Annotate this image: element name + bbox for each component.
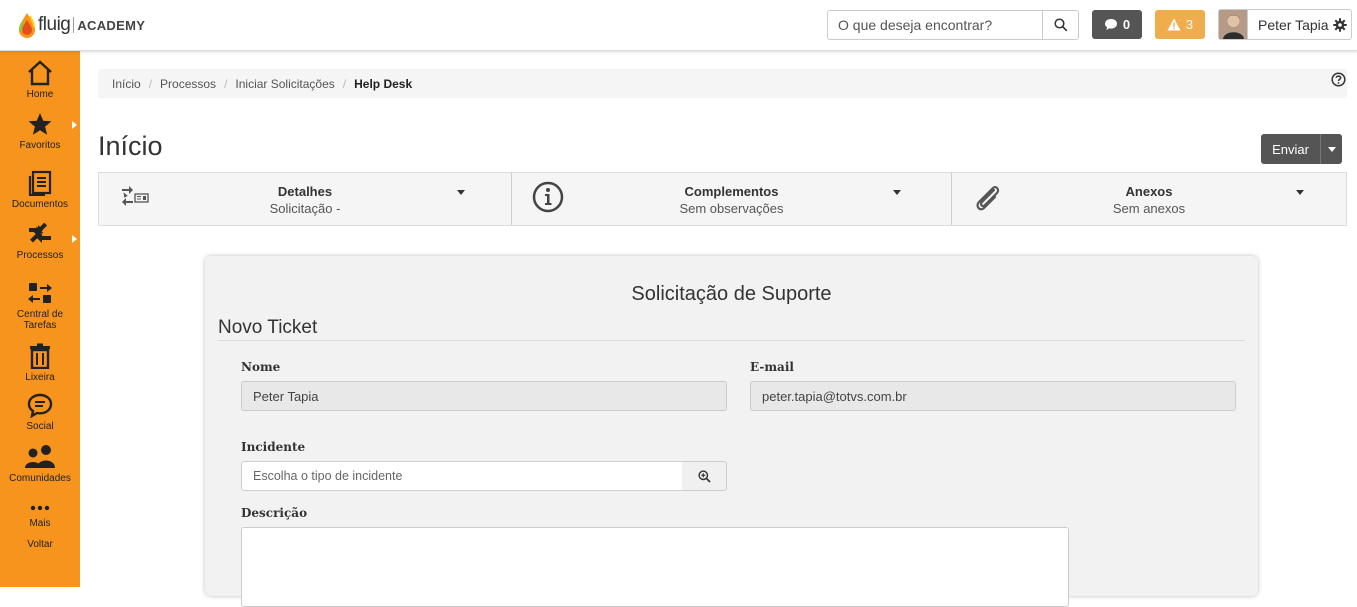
avatar <box>1219 10 1248 39</box>
communities-icon <box>25 445 55 468</box>
support-form: Solicitação de Suporte Novo Ticket Nome … <box>205 256 1258 607</box>
alerts-button[interactable]: 3 <box>1155 10 1205 39</box>
expand-arrow-icon <box>72 121 77 129</box>
documents-icon <box>28 170 52 196</box>
messages-count: 0 <box>1122 17 1131 32</box>
tab-detalhes[interactable]: Detalhes Solicitação - <box>99 173 512 225</box>
incident-search-button[interactable] <box>682 461 727 491</box>
tab-anexos[interactable]: Anexos Sem anexos <box>952 173 1346 225</box>
trash-icon <box>30 343 50 369</box>
incident-input[interactable]: Escolha o tipo de incidente <box>241 461 683 491</box>
breadcrumb-link-inicio[interactable]: Início <box>112 77 141 91</box>
breadcrumb-separator: / <box>342 76 347 91</box>
send-options-button[interactable] <box>1320 134 1342 164</box>
star-icon <box>28 113 52 135</box>
sidebar-item-label: Social <box>26 421 54 432</box>
fluig-logo[interactable]: fluig ACADEMY <box>18 11 145 39</box>
sidebar-item-documentos[interactable]: Documentos <box>0 170 80 210</box>
messages-button[interactable]: 0 <box>1092 10 1142 39</box>
help-icon[interactable] <box>1331 72 1346 90</box>
chat-bubble-icon <box>1104 19 1117 30</box>
breadcrumb-separator: / <box>224 76 228 91</box>
breadcrumb-link-processos[interactable]: Processos <box>160 77 216 91</box>
sidebar-item-home[interactable]: Home <box>0 60 80 100</box>
incident-label: Incidente <box>241 440 306 454</box>
sidebar-item-favoritos[interactable]: Favoritos <box>0 112 80 151</box>
send-button-group: Enviar <box>1261 134 1342 164</box>
sidebar-item-comunidades[interactable]: Comunidades <box>0 444 80 484</box>
sidebar-item-lixeira[interactable]: Lixeira <box>0 343 80 383</box>
user-menu[interactable]: Peter Tapia <box>1218 9 1352 40</box>
email-label: E-mail <box>750 360 794 374</box>
breadcrumb-link-iniciar-solicitacoes[interactable]: Iniciar Solicitações <box>235 77 334 91</box>
caret-down-icon <box>457 190 465 195</box>
tab-subtitle: Sem anexos <box>1112 201 1186 216</box>
gear-icon <box>1332 17 1347 32</box>
zoom-in-icon <box>697 469 711 483</box>
tab-subtitle: Solicitação - <box>269 201 341 216</box>
sidebar-item-label: Home <box>26 89 54 100</box>
name-label: Nome <box>241 360 281 374</box>
form-subtitle: Novo Ticket <box>218 317 318 338</box>
logo-separator <box>73 17 75 33</box>
sidebar-item-label: Processos <box>16 250 64 261</box>
search-button[interactable] <box>1043 10 1079 40</box>
sidebar-item-label: Lixeira <box>25 372 55 383</box>
description-label: Descrição <box>241 506 308 520</box>
page-title: Início <box>98 131 163 161</box>
global-search <box>827 10 1079 40</box>
form-title: Solicitação de Suporte <box>631 283 832 305</box>
name-field[interactable]: Peter Tapia <box>241 381 727 411</box>
expand-arrow-icon <box>72 235 77 243</box>
divider <box>218 340 1245 341</box>
logo-academy: ACADEMY <box>77 17 146 33</box>
caret-down-icon <box>1327 146 1336 152</box>
sidebar-item-label: Favoritos <box>19 140 61 151</box>
caret-down-icon <box>1296 190 1304 195</box>
sidebar-item-label: Mais <box>29 518 51 529</box>
sidebar-item-label: Central de Tarefas <box>16 309 64 331</box>
sidebar-item-label: Comunidades <box>9 473 71 484</box>
user-name: Peter Tapia <box>1258 16 1329 33</box>
request-tabs: Detalhes Solicitação - Complementos Sem … <box>98 172 1347 226</box>
sidebar: Home Favoritos Documentos Processos Cent… <box>0 51 80 587</box>
tab-complementos[interactable]: Complementos Sem observações <box>512 173 952 225</box>
tab-title: Complementos <box>684 184 779 199</box>
top-bar: fluig ACADEMY 0 3 <box>0 0 1357 51</box>
logo-text: fluig <box>38 14 71 35</box>
processes-icon <box>29 222 51 243</box>
alerts-count: 3 <box>1185 17 1194 32</box>
tab-subtitle: Sem observações <box>679 201 784 216</box>
more-icon <box>30 505 50 511</box>
search-input[interactable] <box>827 10 1044 40</box>
sidebar-item-central-de-tarefas[interactable]: Central de Tarefas <box>0 281 80 331</box>
sidebar-item-voltar[interactable]: Voltar <box>0 539 80 550</box>
home-icon <box>28 60 52 86</box>
email-field[interactable]: peter.tapia@totvs.com.br <box>750 381 1236 411</box>
caret-down-icon <box>893 190 901 195</box>
sidebar-item-label: Voltar <box>27 539 53 550</box>
description-textarea[interactable] <box>241 527 1069 607</box>
warning-icon <box>1167 18 1181 31</box>
breadcrumb-separator: / <box>148 76 153 91</box>
sidebar-item-mais[interactable]: Mais <box>0 504 80 529</box>
send-button[interactable]: Enviar <box>1261 134 1320 164</box>
sidebar-item-social[interactable]: Social <box>0 393 80 432</box>
breadcrumb-current: Help Desk <box>354 76 413 91</box>
sidebar-item-label: Documentos <box>11 199 69 210</box>
tab-title: Detalhes <box>277 184 333 199</box>
fluig-drop-icon <box>19 13 35 38</box>
chat-icon <box>27 393 53 419</box>
breadcrumb: Início / Processos / Iniciar Solicitaçõe… <box>98 69 1347 98</box>
tab-title: Anexos <box>1125 184 1173 199</box>
tasks-icon <box>28 283 52 303</box>
search-icon <box>1054 18 1067 32</box>
sidebar-item-processos[interactable]: Processos <box>0 221 80 261</box>
